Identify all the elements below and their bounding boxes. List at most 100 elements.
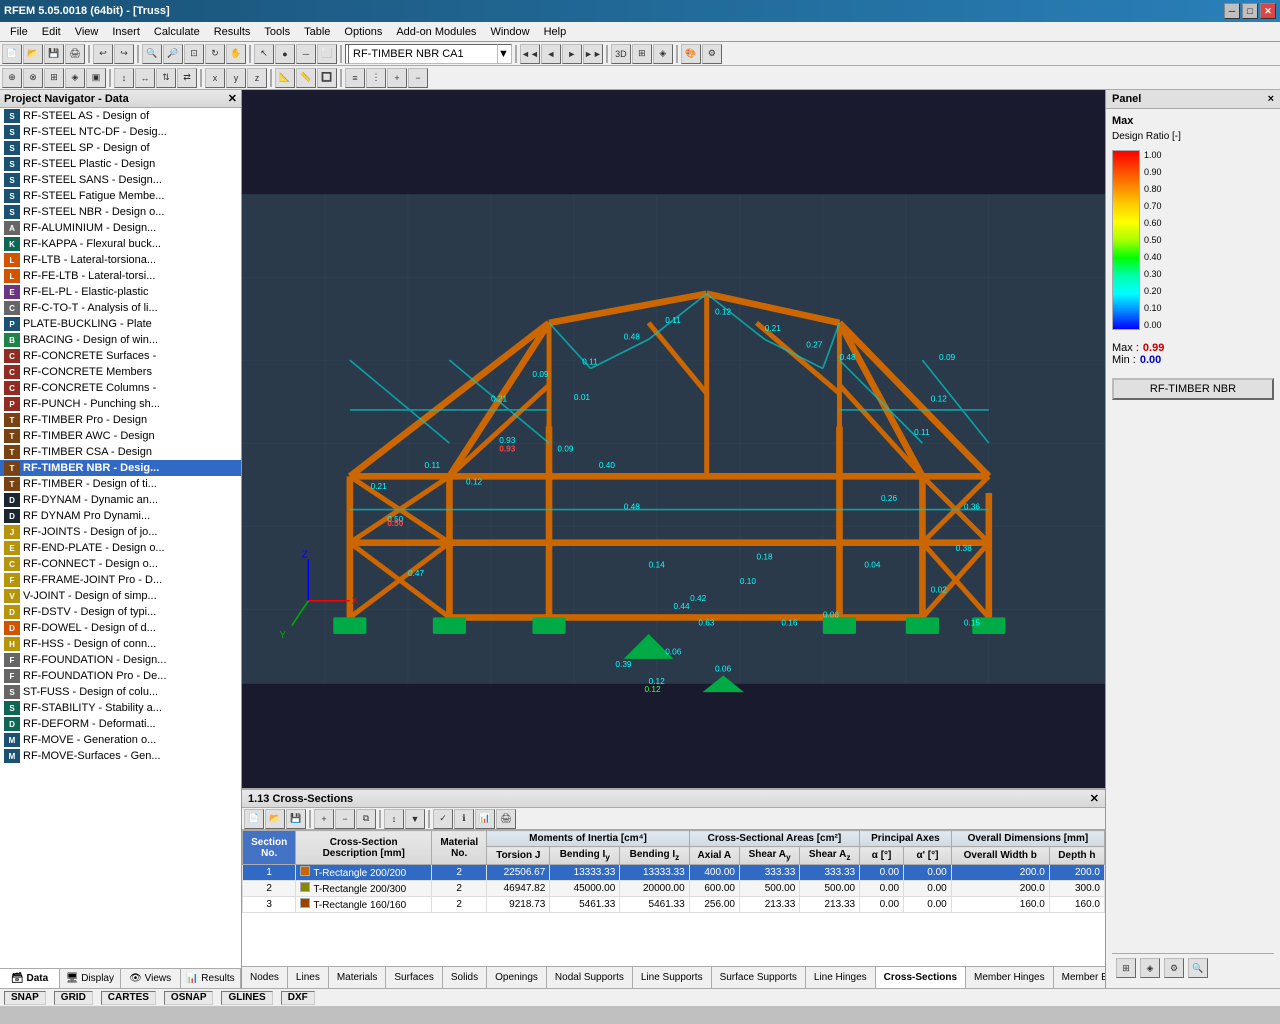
nav-item[interactable]: MRF-MOVE-Surfaces - Gen... <box>0 748 241 764</box>
nav-item[interactable]: SRF-STEEL AS - Design of <box>0 108 241 124</box>
menu-addon[interactable]: Add-on Modules <box>390 24 482 40</box>
tb2-14[interactable]: 📏 <box>296 68 316 88</box>
bt-new[interactable]: 📄 <box>244 809 264 829</box>
tb2-15[interactable]: 🔲 <box>317 68 337 88</box>
nav-tab-data[interactable]: 🗃 Data <box>0 969 60 988</box>
status-snap[interactable]: SNAP <box>4 991 46 1005</box>
bt-info[interactable]: ℹ <box>454 809 474 829</box>
module-dropdown[interactable]: RF-TIMBER NBR CA1 <box>348 44 498 64</box>
nav-tab-views[interactable]: 👁 Views <box>121 969 181 988</box>
nav-tab-display[interactable]: 🖥 Display <box>60 969 120 988</box>
nav-item[interactable]: KRF-KAPPA - Flexural buck... <box>0 236 241 252</box>
nav-item[interactable]: TRF-TIMBER Pro - Design <box>0 412 241 428</box>
nav-item[interactable]: SRF-STEEL NBR - Design o... <box>0 204 241 220</box>
nav-close-icon[interactable]: ✕ <box>228 92 237 105</box>
tb2-13[interactable]: 📐 <box>275 68 295 88</box>
minimize-button[interactable]: ─ <box>1224 3 1240 19</box>
tb-prev-prev[interactable]: ◄◄ <box>520 44 540 64</box>
panel-icon-settings[interactable]: ⚙ <box>1164 958 1184 978</box>
status-osnap[interactable]: OSNAP <box>164 991 214 1005</box>
nav-item[interactable]: TRF-TIMBER NBR - Desig... <box>0 460 241 476</box>
bottom-tab-member-eccentricities[interactable]: Member Eccentricities <box>1054 967 1105 988</box>
bottom-tab-line-supports[interactable]: Line Supports <box>633 967 712 988</box>
menu-window[interactable]: Window <box>484 24 535 40</box>
menu-results[interactable]: Results <box>208 24 257 40</box>
tb2-6[interactable]: ↕ <box>114 68 134 88</box>
nav-item[interactable]: PRF-PUNCH - Punching sh... <box>0 396 241 412</box>
bottom-tab-line-hinges[interactable]: Line Hinges <box>806 967 876 988</box>
bottom-tab-solids[interactable]: Solids <box>443 967 487 988</box>
table-row[interactable]: 1T-Rectangle 200/200222506.6713333.33133… <box>243 865 1105 881</box>
tb2-19[interactable]: − <box>408 68 428 88</box>
tb-settings[interactable]: ⚙ <box>702 44 722 64</box>
bt-add[interactable]: + <box>314 809 334 829</box>
nav-item[interactable]: DRF-DOWEL - Design of d... <box>0 620 241 636</box>
menu-file[interactable]: File <box>4 24 34 40</box>
nav-item[interactable]: TRF-TIMBER AWC - Design <box>0 428 241 444</box>
status-cartes[interactable]: CARTES <box>101 991 156 1005</box>
tb-zoom-in[interactable]: 🔍 <box>142 44 162 64</box>
menu-tools[interactable]: Tools <box>258 24 296 40</box>
nav-item[interactable]: ERF-EL-PL - Elastic-plastic <box>0 284 241 300</box>
bt-check[interactable]: ✓ <box>433 809 453 829</box>
bt-chart[interactable]: 📊 <box>475 809 495 829</box>
nav-item[interactable]: CRF-CONCRETE Columns - <box>0 380 241 396</box>
nav-item[interactable]: DRF-DEFORM - Deformati... <box>0 716 241 732</box>
tb-color[interactable]: 🎨 <box>681 44 701 64</box>
tb-rotate[interactable]: ↻ <box>205 44 225 64</box>
nav-item[interactable]: PPLATE-BUCKLING - Plate <box>0 316 241 332</box>
tb-render[interactable]: ◈ <box>653 44 673 64</box>
tb2-11[interactable]: y <box>226 68 246 88</box>
nav-item[interactable]: LRF-LTB - Lateral-torsiona... <box>0 252 241 268</box>
tb-undo[interactable]: ↩ <box>93 44 113 64</box>
bottom-tab-surface-supports[interactable]: Surface Supports <box>712 967 806 988</box>
panel-icon-zoom[interactable]: 🔍 <box>1188 958 1208 978</box>
nav-item[interactable]: BBRACING - Design of win... <box>0 332 241 348</box>
bt-print[interactable]: 🖨 <box>496 809 516 829</box>
nav-item[interactable]: TRF-TIMBER CSA - Design <box>0 444 241 460</box>
tb-zoom-out[interactable]: 🔎 <box>163 44 183 64</box>
bottom-tab-nodal-supports[interactable]: Nodal Supports <box>547 967 633 988</box>
tb2-8[interactable]: ⇅ <box>156 68 176 88</box>
tb-wireframe[interactable]: ⊞ <box>632 44 652 64</box>
nav-item[interactable]: FRF-FOUNDATION Pro - De... <box>0 668 241 684</box>
bottom-tab-nodes[interactable]: Nodes <box>242 967 288 988</box>
bottom-tab-member-hinges[interactable]: Member Hinges <box>966 967 1054 988</box>
tb2-17[interactable]: ⋮ <box>366 68 386 88</box>
status-glines[interactable]: GLINES <box>221 991 272 1005</box>
nav-item[interactable]: SRF-STEEL Fatigue Membe... <box>0 188 241 204</box>
tb-redo[interactable]: ↪ <box>114 44 134 64</box>
tb2-10[interactable]: x <box>205 68 225 88</box>
bottom-tab-lines[interactable]: Lines <box>288 967 329 988</box>
table-row[interactable]: 3T-Rectangle 160/16029218.735461.335461.… <box>243 897 1105 913</box>
maximize-button[interactable]: □ <box>1242 3 1258 19</box>
menu-view[interactable]: View <box>69 24 105 40</box>
nav-item[interactable]: HRF-HSS - Design of conn... <box>0 636 241 652</box>
tb-line[interactable]: ─ <box>296 44 316 64</box>
menu-help[interactable]: Help <box>538 24 573 40</box>
bt-save[interactable]: 💾 <box>286 809 306 829</box>
tb2-4[interactable]: ◈ <box>65 68 85 88</box>
nav-item[interactable]: CRF-C-TO-T - Analysis of li... <box>0 300 241 316</box>
nav-item[interactable]: DRF DYNAM Pro Dynami... <box>0 508 241 524</box>
menu-calculate[interactable]: Calculate <box>148 24 206 40</box>
tb2-18[interactable]: + <box>387 68 407 88</box>
bottom-tab-materials[interactable]: Materials <box>329 967 387 988</box>
tb2-7[interactable]: ↔ <box>135 68 155 88</box>
nav-item[interactable]: FRF-FRAME-JOINT Pro - D... <box>0 572 241 588</box>
status-grid[interactable]: GRID <box>54 991 93 1005</box>
tb-pan[interactable]: ✋ <box>226 44 246 64</box>
nav-tab-results[interactable]: 📊 Results <box>181 969 241 988</box>
table-row[interactable]: 2T-Rectangle 200/300246947.8245000.00200… <box>243 881 1105 897</box>
tb2-3[interactable]: ⊞ <box>44 68 64 88</box>
nav-item[interactable]: SRF-STEEL SANS - Design... <box>0 172 241 188</box>
tb-3d[interactable]: 3D <box>611 44 631 64</box>
tb-select[interactable]: ↖ <box>254 44 274 64</box>
nav-item[interactable]: JRF-JOINTS - Design of jo... <box>0 524 241 540</box>
bottom-panel-close[interactable]: ✕ <box>1090 792 1099 805</box>
nav-item[interactable]: SRF-STABILITY - Stability a... <box>0 700 241 716</box>
tb-next-next[interactable]: ►► <box>583 44 603 64</box>
bt-del[interactable]: − <box>335 809 355 829</box>
bt-dup[interactable]: ⧉ <box>356 809 376 829</box>
tb-next[interactable]: ► <box>562 44 582 64</box>
